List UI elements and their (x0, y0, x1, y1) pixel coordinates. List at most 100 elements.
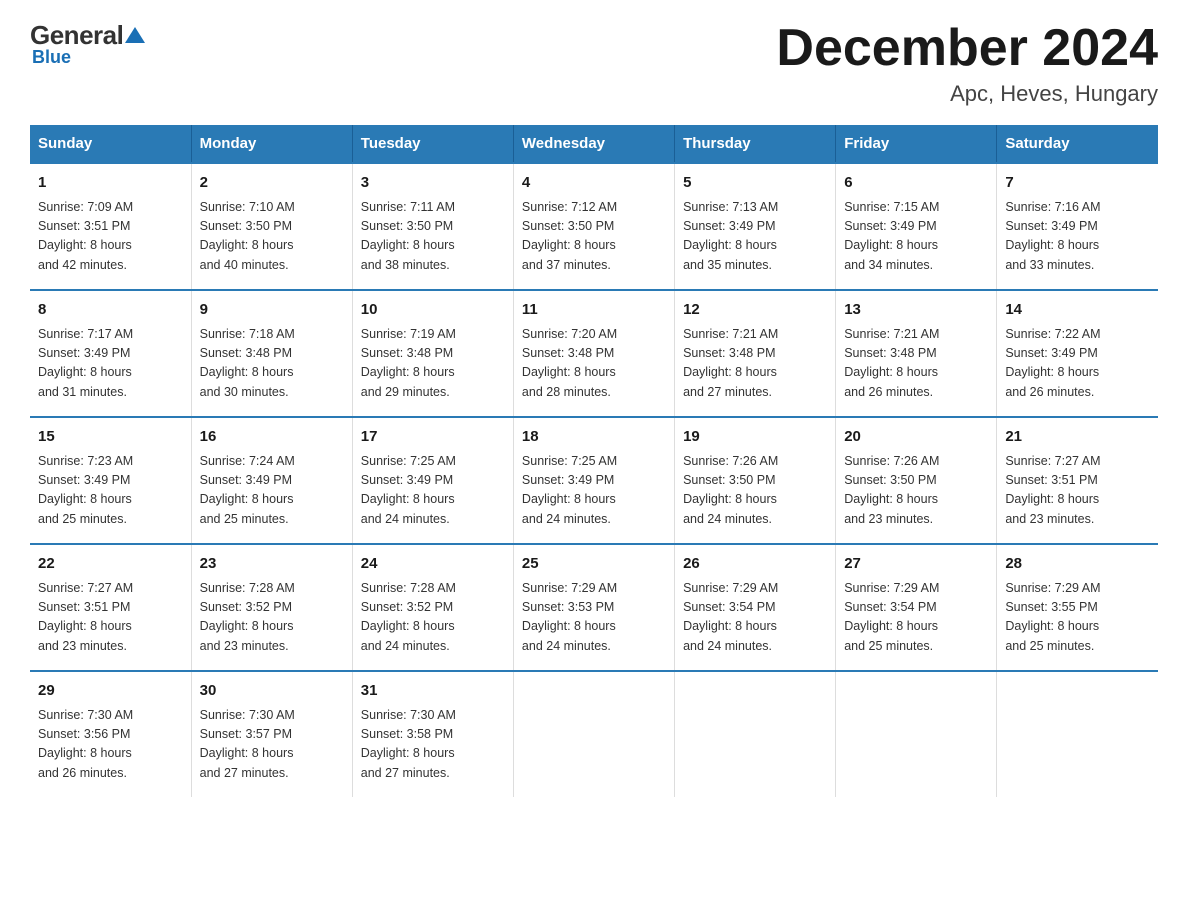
day-info: Sunrise: 7:29 AM Sunset: 3:54 PM Dayligh… (844, 579, 988, 657)
day-number: 30 (200, 680, 344, 703)
day-info: Sunrise: 7:28 AM Sunset: 3:52 PM Dayligh… (361, 579, 505, 657)
day-number: 22 (38, 553, 183, 576)
day-info: Sunrise: 7:26 AM Sunset: 3:50 PM Dayligh… (844, 452, 988, 530)
day-number: 21 (1005, 426, 1150, 449)
calendar-cell: 23 Sunrise: 7:28 AM Sunset: 3:52 PM Dayl… (191, 544, 352, 671)
day-number: 2 (200, 172, 344, 195)
col-header-monday: Monday (191, 125, 352, 163)
calendar-week-row: 1 Sunrise: 7:09 AM Sunset: 3:51 PM Dayli… (30, 163, 1158, 290)
calendar-cell: 22 Sunrise: 7:27 AM Sunset: 3:51 PM Dayl… (30, 544, 191, 671)
day-number: 29 (38, 680, 183, 703)
day-info: Sunrise: 7:18 AM Sunset: 3:48 PM Dayligh… (200, 325, 344, 403)
calendar-cell: 26 Sunrise: 7:29 AM Sunset: 3:54 PM Dayl… (675, 544, 836, 671)
day-info: Sunrise: 7:25 AM Sunset: 3:49 PM Dayligh… (361, 452, 505, 530)
day-number: 11 (522, 299, 666, 322)
calendar-cell (836, 671, 997, 797)
day-number: 8 (38, 299, 183, 322)
day-info: Sunrise: 7:30 AM Sunset: 3:57 PM Dayligh… (200, 706, 344, 784)
calendar-cell: 30 Sunrise: 7:30 AM Sunset: 3:57 PM Dayl… (191, 671, 352, 797)
calendar-cell (513, 671, 674, 797)
day-info: Sunrise: 7:25 AM Sunset: 3:49 PM Dayligh… (522, 452, 666, 530)
calendar-cell (997, 671, 1158, 797)
calendar-cell: 29 Sunrise: 7:30 AM Sunset: 3:56 PM Dayl… (30, 671, 191, 797)
title-block: December 2024 Apc, Heves, Hungary (776, 20, 1158, 107)
calendar-cell: 18 Sunrise: 7:25 AM Sunset: 3:49 PM Dayl… (513, 417, 674, 544)
day-info: Sunrise: 7:24 AM Sunset: 3:49 PM Dayligh… (200, 452, 344, 530)
day-info: Sunrise: 7:22 AM Sunset: 3:49 PM Dayligh… (1005, 325, 1150, 403)
day-number: 6 (844, 172, 988, 195)
col-header-thursday: Thursday (675, 125, 836, 163)
calendar-cell: 6 Sunrise: 7:15 AM Sunset: 3:49 PM Dayli… (836, 163, 997, 290)
calendar-cell: 12 Sunrise: 7:21 AM Sunset: 3:48 PM Dayl… (675, 290, 836, 417)
col-header-saturday: Saturday (997, 125, 1158, 163)
col-header-wednesday: Wednesday (513, 125, 674, 163)
calendar-cell: 2 Sunrise: 7:10 AM Sunset: 3:50 PM Dayli… (191, 163, 352, 290)
day-info: Sunrise: 7:29 AM Sunset: 3:55 PM Dayligh… (1005, 579, 1150, 657)
day-info: Sunrise: 7:20 AM Sunset: 3:48 PM Dayligh… (522, 325, 666, 403)
calendar-week-row: 15 Sunrise: 7:23 AM Sunset: 3:49 PM Dayl… (30, 417, 1158, 544)
calendar-cell: 7 Sunrise: 7:16 AM Sunset: 3:49 PM Dayli… (997, 163, 1158, 290)
logo-blue-text: Blue (32, 47, 71, 68)
calendar-cell: 31 Sunrise: 7:30 AM Sunset: 3:58 PM Dayl… (352, 671, 513, 797)
day-number: 18 (522, 426, 666, 449)
day-number: 1 (38, 172, 183, 195)
day-info: Sunrise: 7:21 AM Sunset: 3:48 PM Dayligh… (844, 325, 988, 403)
day-info: Sunrise: 7:17 AM Sunset: 3:49 PM Dayligh… (38, 325, 183, 403)
day-number: 20 (844, 426, 988, 449)
day-info: Sunrise: 7:19 AM Sunset: 3:48 PM Dayligh… (361, 325, 505, 403)
calendar-table: SundayMondayTuesdayWednesdayThursdayFrid… (30, 125, 1158, 797)
day-number: 5 (683, 172, 827, 195)
calendar-cell: 15 Sunrise: 7:23 AM Sunset: 3:49 PM Dayl… (30, 417, 191, 544)
day-number: 10 (361, 299, 505, 322)
day-info: Sunrise: 7:29 AM Sunset: 3:53 PM Dayligh… (522, 579, 666, 657)
day-info: Sunrise: 7:26 AM Sunset: 3:50 PM Dayligh… (683, 452, 827, 530)
day-info: Sunrise: 7:23 AM Sunset: 3:49 PM Dayligh… (38, 452, 183, 530)
page-header: General Blue December 2024 Apc, Heves, H… (30, 20, 1158, 107)
logo: General Blue (30, 20, 145, 68)
day-info: Sunrise: 7:30 AM Sunset: 3:58 PM Dayligh… (361, 706, 505, 784)
day-number: 17 (361, 426, 505, 449)
calendar-week-row: 8 Sunrise: 7:17 AM Sunset: 3:49 PM Dayli… (30, 290, 1158, 417)
calendar-cell: 19 Sunrise: 7:26 AM Sunset: 3:50 PM Dayl… (675, 417, 836, 544)
calendar-cell: 25 Sunrise: 7:29 AM Sunset: 3:53 PM Dayl… (513, 544, 674, 671)
day-info: Sunrise: 7:27 AM Sunset: 3:51 PM Dayligh… (1005, 452, 1150, 530)
month-title: December 2024 (776, 20, 1158, 77)
calendar-cell (675, 671, 836, 797)
day-number: 31 (361, 680, 505, 703)
calendar-cell: 28 Sunrise: 7:29 AM Sunset: 3:55 PM Dayl… (997, 544, 1158, 671)
location-title: Apc, Heves, Hungary (776, 81, 1158, 107)
day-info: Sunrise: 7:12 AM Sunset: 3:50 PM Dayligh… (522, 198, 666, 276)
col-header-tuesday: Tuesday (352, 125, 513, 163)
calendar-cell: 24 Sunrise: 7:28 AM Sunset: 3:52 PM Dayl… (352, 544, 513, 671)
day-info: Sunrise: 7:28 AM Sunset: 3:52 PM Dayligh… (200, 579, 344, 657)
day-info: Sunrise: 7:15 AM Sunset: 3:49 PM Dayligh… (844, 198, 988, 276)
day-number: 4 (522, 172, 666, 195)
day-number: 25 (522, 553, 666, 576)
calendar-cell: 3 Sunrise: 7:11 AM Sunset: 3:50 PM Dayli… (352, 163, 513, 290)
day-info: Sunrise: 7:16 AM Sunset: 3:49 PM Dayligh… (1005, 198, 1150, 276)
calendar-cell: 17 Sunrise: 7:25 AM Sunset: 3:49 PM Dayl… (352, 417, 513, 544)
calendar-cell: 8 Sunrise: 7:17 AM Sunset: 3:49 PM Dayli… (30, 290, 191, 417)
day-number: 28 (1005, 553, 1150, 576)
day-number: 15 (38, 426, 183, 449)
day-number: 3 (361, 172, 505, 195)
col-header-sunday: Sunday (30, 125, 191, 163)
calendar-cell: 1 Sunrise: 7:09 AM Sunset: 3:51 PM Dayli… (30, 163, 191, 290)
calendar-cell: 11 Sunrise: 7:20 AM Sunset: 3:48 PM Dayl… (513, 290, 674, 417)
day-number: 14 (1005, 299, 1150, 322)
day-info: Sunrise: 7:11 AM Sunset: 3:50 PM Dayligh… (361, 198, 505, 276)
col-header-friday: Friday (836, 125, 997, 163)
day-number: 26 (683, 553, 827, 576)
calendar-cell: 27 Sunrise: 7:29 AM Sunset: 3:54 PM Dayl… (836, 544, 997, 671)
day-info: Sunrise: 7:21 AM Sunset: 3:48 PM Dayligh… (683, 325, 827, 403)
day-number: 27 (844, 553, 988, 576)
day-number: 13 (844, 299, 988, 322)
calendar-cell: 14 Sunrise: 7:22 AM Sunset: 3:49 PM Dayl… (997, 290, 1158, 417)
calendar-cell: 21 Sunrise: 7:27 AM Sunset: 3:51 PM Dayl… (997, 417, 1158, 544)
calendar-cell: 5 Sunrise: 7:13 AM Sunset: 3:49 PM Dayli… (675, 163, 836, 290)
day-info: Sunrise: 7:29 AM Sunset: 3:54 PM Dayligh… (683, 579, 827, 657)
calendar-cell: 20 Sunrise: 7:26 AM Sunset: 3:50 PM Dayl… (836, 417, 997, 544)
day-info: Sunrise: 7:30 AM Sunset: 3:56 PM Dayligh… (38, 706, 183, 784)
day-number: 19 (683, 426, 827, 449)
calendar-cell: 13 Sunrise: 7:21 AM Sunset: 3:48 PM Dayl… (836, 290, 997, 417)
